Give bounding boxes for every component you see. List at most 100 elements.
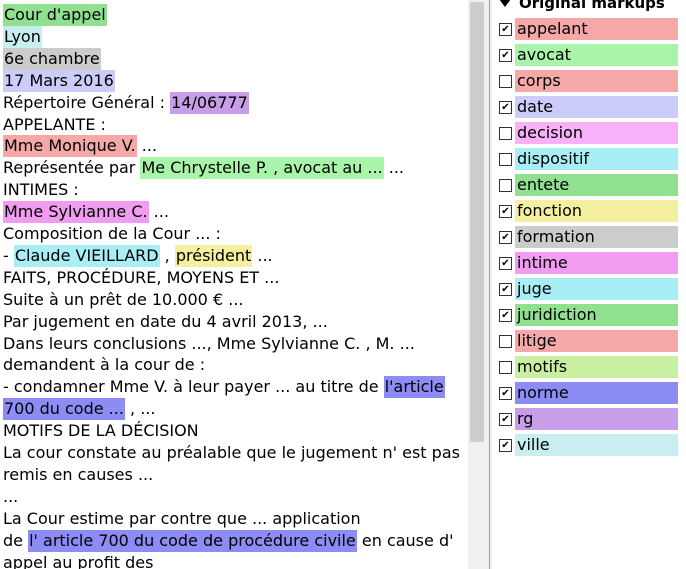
annotation-highlight: l'article xyxy=(383,376,445,399)
plain-text: Dans leurs conclusions ..., Mme Sylviann… xyxy=(3,333,415,353)
document-line: 6e chambre xyxy=(3,47,101,70)
document-line: INTIMES : xyxy=(3,179,79,201)
annotation-highlight: l' article 700 du code de procédure civi… xyxy=(28,529,357,552)
markup-item-litige[interactable]: litige xyxy=(497,330,678,352)
markup-item-date[interactable]: ✔ date xyxy=(497,96,678,118)
plain-text: MOTIFS DE LA DÉCISION xyxy=(3,421,199,441)
markup-item-intime[interactable]: ✔ intime xyxy=(497,252,678,274)
markup-label: decision xyxy=(515,122,678,144)
markup-item-ville[interactable]: ✔ ville xyxy=(497,434,678,456)
markup-checkbox[interactable] xyxy=(499,179,512,192)
markup-item-corps[interactable]: corps xyxy=(497,70,678,92)
markup-item-appelant[interactable]: ✔ appelant xyxy=(497,18,678,40)
annotation-highlight: 700 du code ... xyxy=(3,398,125,421)
document-line: de l' article 700 du code de procédure c… xyxy=(3,529,454,552)
document-line: APPELANTE : xyxy=(3,114,106,136)
document-line: La cour constate au préalable que le jug… xyxy=(3,442,460,464)
markups-panel-title: Original markups xyxy=(496,0,665,13)
markup-checkbox[interactable]: ✔ xyxy=(499,309,512,322)
markup-checkbox[interactable]: ✔ xyxy=(499,231,512,244)
plain-text: APPELANTE : xyxy=(3,114,106,134)
document-line: Par jugement en date du 4 avril 2013, ..… xyxy=(3,311,328,333)
markup-label: formation xyxy=(515,226,678,248)
plain-text: FAITS, PROCÉDURE, MOYENS ET ... xyxy=(3,267,280,287)
markup-item-avocat[interactable]: ✔ avocat xyxy=(497,44,678,66)
markup-label: norme xyxy=(515,382,678,404)
panel-title-text: Original markups xyxy=(519,0,665,12)
plain-text: appel au profit des xyxy=(3,552,154,569)
markup-checkbox[interactable]: ✔ xyxy=(499,23,512,36)
markup-checkbox[interactable] xyxy=(499,75,512,88)
plain-text: ... xyxy=(136,136,158,156)
document-line: Dans leurs conclusions ..., Mme Sylviann… xyxy=(3,333,415,355)
markup-checkbox[interactable] xyxy=(499,335,512,348)
markup-item-motifs[interactable]: motifs xyxy=(497,356,678,378)
markup-checkbox[interactable]: ✔ xyxy=(499,387,512,400)
markup-label: motifs xyxy=(515,356,678,378)
document-line: Mme Monique V. ... xyxy=(3,135,158,158)
markup-item-decision[interactable]: decision xyxy=(497,122,678,144)
markup-item-juge[interactable]: ✔ juge xyxy=(497,278,678,300)
document-line: demandent à la cour de : xyxy=(3,354,205,376)
document-line: La Cour estime par contre que ... applic… xyxy=(3,508,361,530)
annotation-highlight: Mme Sylvianne C. xyxy=(3,201,149,224)
markup-checkbox[interactable] xyxy=(499,153,512,166)
plain-text: remis en causes ... xyxy=(3,464,154,484)
markup-item-formation[interactable]: ✔ formation xyxy=(497,226,678,248)
plain-text: ... xyxy=(252,245,273,265)
markup-item-norme[interactable]: ✔ norme xyxy=(497,382,678,404)
plain-text: demandent à la cour de : xyxy=(3,355,206,375)
document-line: remis en causes ... xyxy=(3,464,153,486)
markup-checkbox[interactable]: ✔ xyxy=(499,413,512,426)
plain-text: Représentée par xyxy=(3,158,141,178)
markup-item-fonction[interactable]: ✔ fonction xyxy=(497,200,678,222)
plain-text: ... xyxy=(148,202,169,222)
document-text-area[interactable]: Cour d'appel Lyon 6e chambre 17 Mars 2016 Ré… xyxy=(0,0,468,569)
document-line: appel au profit des xyxy=(3,552,153,569)
document-line: MOTIFS DE LA DÉCISION xyxy=(3,420,199,442)
markup-checkbox[interactable]: ✔ xyxy=(499,257,512,270)
plain-text: INTIMES : xyxy=(3,180,79,200)
pane-divider-line xyxy=(489,0,490,569)
plain-text: , xyxy=(159,245,175,265)
markup-label: juridiction xyxy=(515,304,678,326)
document-line: Cour d'appel xyxy=(3,4,107,26)
markup-item-juridiction[interactable]: ✔ juridiction xyxy=(497,304,678,326)
markup-label: corps xyxy=(515,70,678,92)
markup-item-dispositif[interactable]: dispositif xyxy=(497,148,678,170)
plain-text: Composition de la Cour ... : xyxy=(3,224,221,243)
document-line: Composition de la Cour ... : xyxy=(3,223,221,245)
annotation-highlight: Claude VIEILLARD xyxy=(13,244,160,267)
document-line: 700 du code ... , ... xyxy=(3,398,156,421)
annotation-highlight: 17 Mars 2016 xyxy=(3,69,115,92)
markup-checkbox[interactable] xyxy=(499,361,512,374)
markup-checkbox[interactable]: ✔ xyxy=(499,101,512,114)
plain-text: Par jugement en date du 4 avril 2013, ..… xyxy=(3,311,328,331)
plain-text: La cour constate au préalable que le jug… xyxy=(3,443,460,462)
plain-text: - condamner Mme V. à leur payer ... au t… xyxy=(3,377,384,397)
annotation-highlight: Me Chrystelle P. , avocat au ... xyxy=(140,157,384,180)
markup-checkbox[interactable]: ✔ xyxy=(499,49,512,62)
markup-label: entete xyxy=(515,174,678,196)
markup-checkbox[interactable] xyxy=(499,127,512,140)
markup-label: intime xyxy=(515,252,678,274)
document-line: 17 Mars 2016 xyxy=(3,69,115,92)
markup-label: litige xyxy=(515,330,678,352)
markup-checkbox[interactable]: ✔ xyxy=(499,205,512,218)
markup-checkbox[interactable]: ✔ xyxy=(499,283,512,296)
markup-checkbox[interactable]: ✔ xyxy=(499,439,512,452)
annotation-highlight: 6e chambre xyxy=(3,47,101,70)
document-line: Représentée par Me Chrystelle P. , avoca… xyxy=(3,157,404,180)
plain-text: Répertoire Général : xyxy=(3,92,171,112)
markup-label: ville xyxy=(515,434,678,456)
plain-text: - xyxy=(3,245,14,265)
annotation-highlight: 14/06777 xyxy=(170,91,249,114)
markup-label: date xyxy=(515,96,678,118)
scrollbar-thumb[interactable] xyxy=(470,2,484,442)
markup-item-entete[interactable]: entete xyxy=(497,174,678,196)
markup-item-rg[interactable]: ✔ rg xyxy=(497,408,678,430)
document-line: - Claude VIEILLARD , président ... xyxy=(3,244,273,267)
plain-text: , ... xyxy=(124,399,156,419)
document-line: FAITS, PROCÉDURE, MOYENS ET ... xyxy=(3,267,279,289)
plain-text: ... xyxy=(383,158,404,178)
